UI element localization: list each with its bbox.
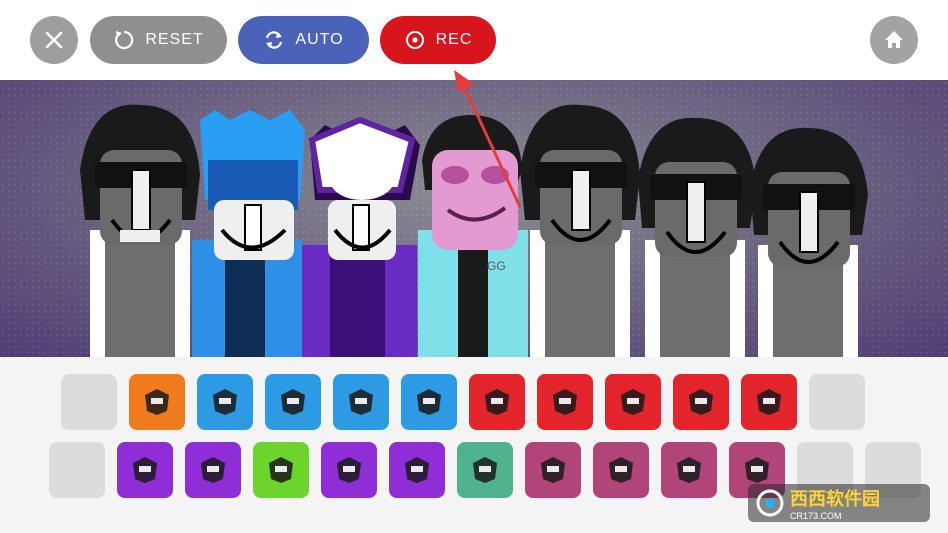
effect-icon-red-1[interactable] (469, 374, 525, 430)
beat-icon-blue-1-glyph (213, 389, 237, 415)
home-icon (885, 31, 903, 48)
voice-icon-mauve-3[interactable] (661, 442, 717, 498)
reset-label: RESET (145, 31, 204, 48)
beat-icon-blue-2[interactable] (265, 374, 321, 430)
effect-icon-red-2-glyph (553, 389, 577, 415)
melody-icon-purple-1[interactable] (117, 442, 173, 498)
effect-icon-red-4[interactable] (673, 374, 729, 430)
voice-icon-mauve-1[interactable] (525, 442, 581, 498)
close-icon (45, 31, 63, 49)
rec-label: REC (435, 31, 473, 48)
melody-icon-purple-1-glyph (133, 457, 157, 483)
empty-slot (809, 374, 865, 430)
logo-icon (756, 489, 784, 517)
melody-icon-purple-4[interactable] (389, 442, 445, 498)
melody-icon-purple-3[interactable] (321, 442, 377, 498)
home-button[interactable] (870, 16, 918, 64)
beat-icon-blue-2-glyph (281, 389, 305, 415)
svg-text:GG: GG (487, 259, 506, 273)
rec-button[interactable]: REC (380, 16, 496, 64)
close-button[interactable] (30, 16, 78, 64)
beat-icon-blue-3[interactable] (333, 374, 389, 430)
auto-label: AUTO (295, 31, 344, 48)
melody-icon-purple-2[interactable] (185, 442, 241, 498)
melody-icon-purple-3-glyph (337, 457, 361, 483)
auto-button[interactable]: AUTO (238, 16, 369, 64)
auto-icon (266, 31, 283, 49)
beat-icon-blue-4[interactable] (401, 374, 457, 430)
effect-icon-red-5-glyph (757, 389, 781, 415)
reset-button[interactable]: RESET (90, 16, 227, 64)
melody-icon-green-glyph (269, 457, 293, 483)
watermark-badge: 西西软件园 CR173.COM (748, 484, 930, 522)
voice-icon-mauve-2-glyph (609, 457, 633, 483)
beat-icon-blue-4-glyph (417, 389, 441, 415)
empty-slot (61, 374, 117, 430)
melody-icon-purple-4-glyph (405, 457, 429, 483)
voice-icon-mauve-1-glyph (541, 457, 565, 483)
record-icon (405, 31, 424, 49)
voice-icon-mauve-3-glyph (677, 457, 701, 483)
reset-icon (115, 30, 134, 50)
voice-icon-mauve-4-glyph (745, 457, 769, 483)
effect-icon-red-3[interactable] (605, 374, 661, 430)
beat-icon-blue-3-glyph (349, 389, 373, 415)
watermark-sub-text: CR173.COM (790, 511, 842, 521)
empty-slot (49, 442, 105, 498)
character-1[interactable] (80, 104, 200, 357)
voice-icon-teal-glyph (473, 457, 497, 483)
effect-icon-red-4-glyph (689, 389, 713, 415)
melody-icon-purple-2-glyph (201, 457, 225, 483)
beat-icon-orange[interactable] (129, 374, 185, 430)
watermark-main-text: 西西软件园 (790, 489, 880, 509)
effect-icon-red-1-glyph (485, 389, 509, 415)
effect-icon-red-5[interactable] (741, 374, 797, 430)
beat-icon-blue-1[interactable] (197, 374, 253, 430)
effect-icon-red-3-glyph (621, 389, 645, 415)
beat-icon-orange-glyph (145, 389, 169, 415)
voice-icon-teal[interactable] (457, 442, 513, 498)
annotation-arrow (454, 70, 522, 208)
melody-icon-green[interactable] (253, 442, 309, 498)
voice-icon-mauve-2[interactable] (593, 442, 649, 498)
effect-icon-red-2[interactable] (537, 374, 593, 430)
